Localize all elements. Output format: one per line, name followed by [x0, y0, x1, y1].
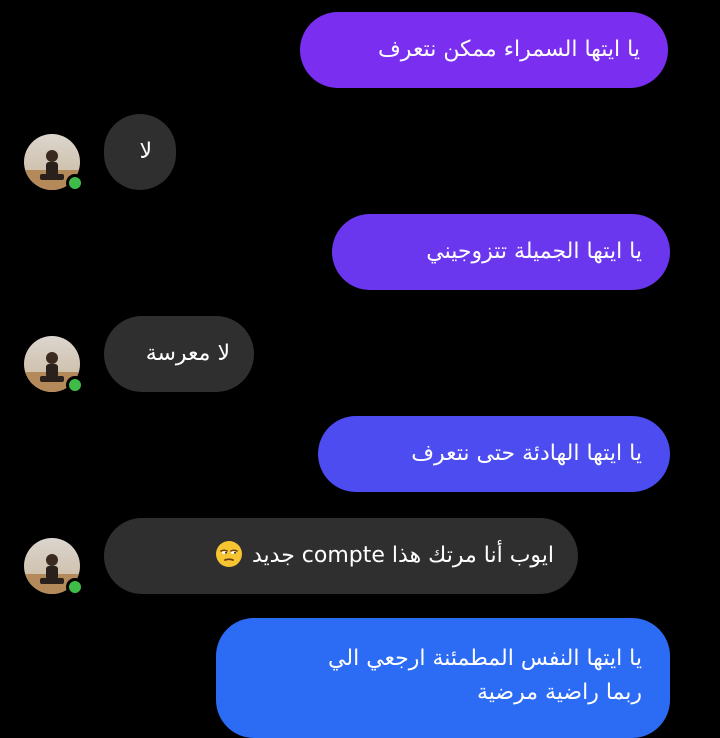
- incoming-message-bubble[interactable]: لا: [104, 114, 176, 190]
- outgoing-message-bubble[interactable]: يا ايتها النفس المطمئنة ارجعي الي ربما ر…: [216, 618, 670, 738]
- message-thread: يا ايتها السمراء ممكن نتعرف لا يا ايتها …: [0, 0, 720, 738]
- outgoing-message-bubble[interactable]: يا ايتها السمراء ممكن نتعرف: [300, 12, 668, 88]
- contact-avatar[interactable]: [24, 336, 84, 394]
- message-text: يا ايتها السمراء ممكن نتعرف: [378, 37, 640, 62]
- incoming-message-bubble[interactable]: لا معرسة: [104, 316, 254, 392]
- online-status-dot-icon: [66, 578, 84, 596]
- message-text-line: ربما راضية مرضية: [476, 680, 642, 705]
- message-text: لا معرسة: [145, 341, 230, 366]
- message-text: لا: [139, 139, 152, 164]
- online-status-dot-icon: [66, 174, 84, 192]
- message-text: يا ايتها الهادئة حتى نتعرف: [411, 441, 642, 466]
- message-text-line: يا ايتها النفس المطمئنة ارجعي الي: [328, 646, 642, 671]
- outgoing-message-bubble[interactable]: يا ايتها الهادئة حتى نتعرف: [318, 416, 670, 492]
- message-text-after: جديد: [251, 543, 295, 568]
- incoming-message-bubble[interactable]: ايوب أنا مرتك هذا compte جديد: [104, 518, 578, 594]
- online-status-dot-icon: [66, 376, 84, 394]
- message-text-before: ايوب أنا مرتك هذا: [391, 543, 554, 568]
- message-text: يا ايتها الجميلة تتزوجيني: [426, 239, 642, 264]
- unamused-face-emoji-icon: [215, 540, 243, 568]
- contact-avatar[interactable]: [24, 134, 84, 192]
- contact-avatar[interactable]: [24, 538, 84, 596]
- outgoing-message-bubble[interactable]: يا ايتها الجميلة تتزوجيني: [332, 214, 670, 290]
- message-text-latin: compte: [301, 543, 385, 568]
